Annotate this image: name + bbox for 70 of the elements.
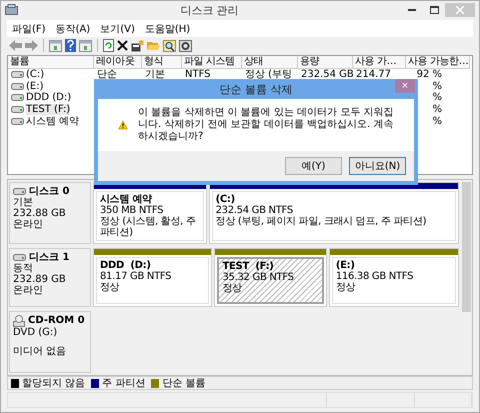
menu-item[interactable]: 파일(F) <box>12 22 46 36</box>
table-cell: 정상 (부팅 <box>245 69 292 80</box>
partition-size: 81.17 GB NTFS <box>100 271 172 282</box>
partition[interactable]: DDD (D:) 81.17 GB NTFS 정상 <box>93 248 212 307</box>
dialog-message: 이 볼륨을 삭제하면 이 볼륨에 있는 데이터가 모두 지워집니다. 삭제하기 전에 보관할 데이터를 백업하십시오. 계속하시겠습니까? <box>138 107 394 143</box>
dialog-button[interactable]: 아니요(N) <box>349 157 406 175</box>
partition-name: (C:) <box>216 194 236 205</box>
column-header[interactable]: 사용 가능한… <box>406 56 470 69</box>
partition-name: 시스템 예약 <box>100 194 153 205</box>
disk-info-panel[interactable]: CD-ROM 0 DVD (G:) 미디어 없음 <box>9 310 91 373</box>
table-cell: 단순 <box>97 69 117 80</box>
table-cell: 232.54 GB <box>301 69 354 80</box>
disk-name: CD-ROM 0 <box>28 315 85 326</box>
table-cell: 기본 <box>145 69 165 80</box>
disk-name: 디스크 0 <box>29 186 70 197</box>
partition[interactable]: (C:) 232.54 GB NTFS 정상 (부팅, 페이지 파일, 크래시 덤프, 주 파티션) <box>208 182 459 244</box>
partition-status: 정상 (시스템, 활성, 주 파티션) <box>100 216 197 238</box>
disk-info-panel[interactable]: 디스크 0 기본 232.88 GB 온라인 <box>9 182 91 244</box>
partition-status: 정상 (부팅, 페이지 파일, 크래시 덤프, 주 파티션) <box>216 216 428 227</box>
volume-name[interactable]: TEST (F:) <box>26 104 70 116</box>
disk-status: 온라인 <box>13 285 44 296</box>
partition[interactable]: (E:) 116.38 GB NTFS 정상 <box>328 248 459 307</box>
table-cell-text: % <box>431 92 442 104</box>
table-cell: 214.77 <box>356 69 391 80</box>
disk-type: 기본 <box>13 197 34 208</box>
dialog-title: 단순 볼륨 삭제 <box>220 82 292 96</box>
column-header[interactable]: 볼륨 <box>8 56 94 69</box>
legend-label: 단순 볼륨 <box>162 377 206 390</box>
window-title: 디스크 관리 <box>179 2 240 18</box>
column-header[interactable]: 사용 가… <box>353 56 406 69</box>
column-header[interactable]: 파일 시스템 <box>182 56 242 69</box>
partition-size: 232.54 GB NTFS <box>216 205 294 216</box>
menu-item[interactable]: 동작(A) <box>56 22 90 36</box>
disk-info-panel[interactable]: 디스크 1 동적 232.89 GB 온라인 <box>9 248 91 307</box>
column-header[interactable]: 레이아웃 <box>94 56 142 69</box>
partition-size: 116.38 GB NTFS <box>336 271 414 282</box>
partition-name: DDD (D:) <box>100 260 152 271</box>
partition[interactable]: 시스템 예약 350 MB NTFS 정상 (시스템, 활성, 주 파티션) <box>93 182 207 244</box>
volume-name[interactable]: DDD (D:) <box>26 92 72 104</box>
disk-size: 232.88 GB <box>13 208 67 219</box>
dialog-button[interactable]: 예(Y) <box>285 157 342 175</box>
partition-status: 정상 <box>336 282 356 293</box>
partition-size: 35.32 GB NTFS <box>222 272 295 283</box>
disk-status: 미디어 없음 <box>13 346 68 357</box>
disk-type: 동적 <box>13 263 34 274</box>
partition-name: (E:) <box>336 260 356 271</box>
table-cell: NTFS <box>185 69 211 80</box>
disk-type: DVD (G:) <box>13 326 58 338</box>
menu-item[interactable]: 도움말(H) <box>144 22 190 36</box>
column-header[interactable]: 형식 <box>142 56 182 69</box>
partition[interactable]: TEST (F:) 35.32 GB NTFS 정상 <box>214 248 327 307</box>
table-cell-text: % <box>431 116 442 127</box>
volume-name[interactable]: 시스템 예약 <box>26 116 80 127</box>
legend-label: 할당되지 않음 <box>22 377 86 390</box>
partition-name: TEST (F:) <box>222 261 275 272</box>
partition-status: 정상 <box>222 283 243 294</box>
table-cell-text: % <box>431 80 442 92</box>
legend-label: 주 파티션 <box>102 377 146 390</box>
table-cell-text: % <box>431 104 442 116</box>
column-header[interactable]: 상태 <box>242 56 298 69</box>
disk-size: 232.89 GB <box>13 274 67 285</box>
disk-status: 온라인 <box>13 219 44 230</box>
table-cell: 92 % <box>416 69 442 80</box>
column-header[interactable]: 용량 <box>298 56 353 69</box>
partition-status: 정상 <box>100 282 120 293</box>
menu-item[interactable]: 보기(V) <box>100 22 135 36</box>
volume-name[interactable]: (E:) <box>26 80 44 92</box>
disk-name: 디스크 1 <box>29 252 70 263</box>
volume-name[interactable]: (C:) <box>26 69 44 80</box>
partition-size: 350 MB NTFS <box>100 205 164 216</box>
